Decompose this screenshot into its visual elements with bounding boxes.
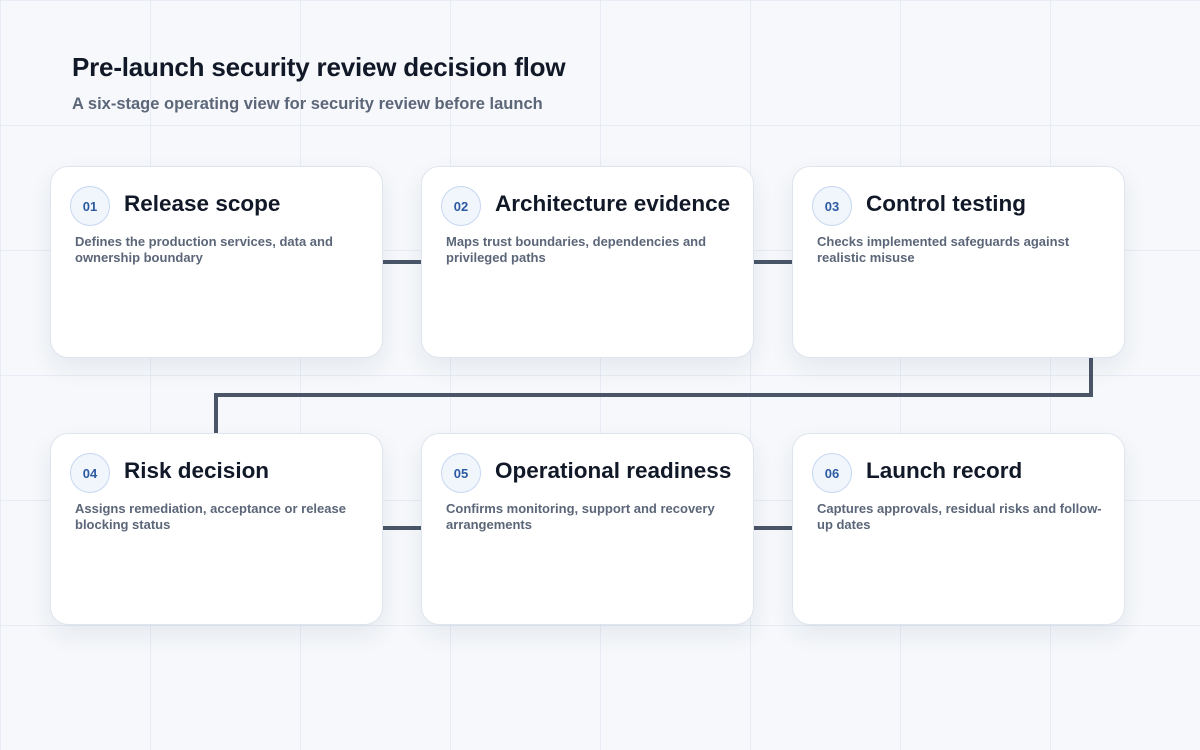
stage-number-badge: 03 [812, 186, 852, 226]
stage-card-risk-decision: 04 Risk decision Assigns remediation, ac… [50, 433, 383, 625]
stage-card-operational-readiness: 05 Operational readiness Confirms monito… [421, 433, 754, 625]
stage-number-badge: 05 [441, 453, 481, 493]
stage-title: Launch record [866, 458, 1023, 483]
stage-description: Confirms monitoring, support and recover… [446, 501, 715, 532]
flow-connectors [214, 260, 1093, 530]
stage-number-badge: 04 [70, 453, 110, 493]
stage-description: Defines the production services, data an… [75, 234, 333, 265]
stage-card-release-scope: 01 Release scope Defines the production … [50, 166, 383, 358]
stage-card-control-testing: 03 Control testing Checks implemented sa… [792, 166, 1125, 358]
stage-card-launch-record: 06 Launch record Captures approvals, res… [792, 433, 1125, 625]
stage-number-badge: 06 [812, 453, 852, 493]
stage-title: Control testing [866, 191, 1026, 216]
stage-title: Architecture evidence [495, 191, 731, 216]
stage-title: Risk decision [124, 458, 270, 483]
connector-03-04 [214, 358, 1093, 433]
stage-title: Release scope [124, 191, 281, 216]
stage-description: Captures approvals, residual risks and f… [817, 501, 1102, 532]
stage-description: Checks implemented safeguards against re… [817, 234, 1070, 265]
stage-description: Maps trust boundaries, dependencies and … [446, 234, 707, 265]
stage-number-badge: 01 [70, 186, 110, 226]
stage-number-badge: 02 [441, 186, 481, 226]
stage-description: Assigns remediation, acceptance or relea… [75, 501, 346, 532]
stage-title: Operational readiness [495, 458, 732, 483]
stage-card-architecture-evidence: 02 Architecture evidence Maps trust boun… [421, 166, 754, 358]
